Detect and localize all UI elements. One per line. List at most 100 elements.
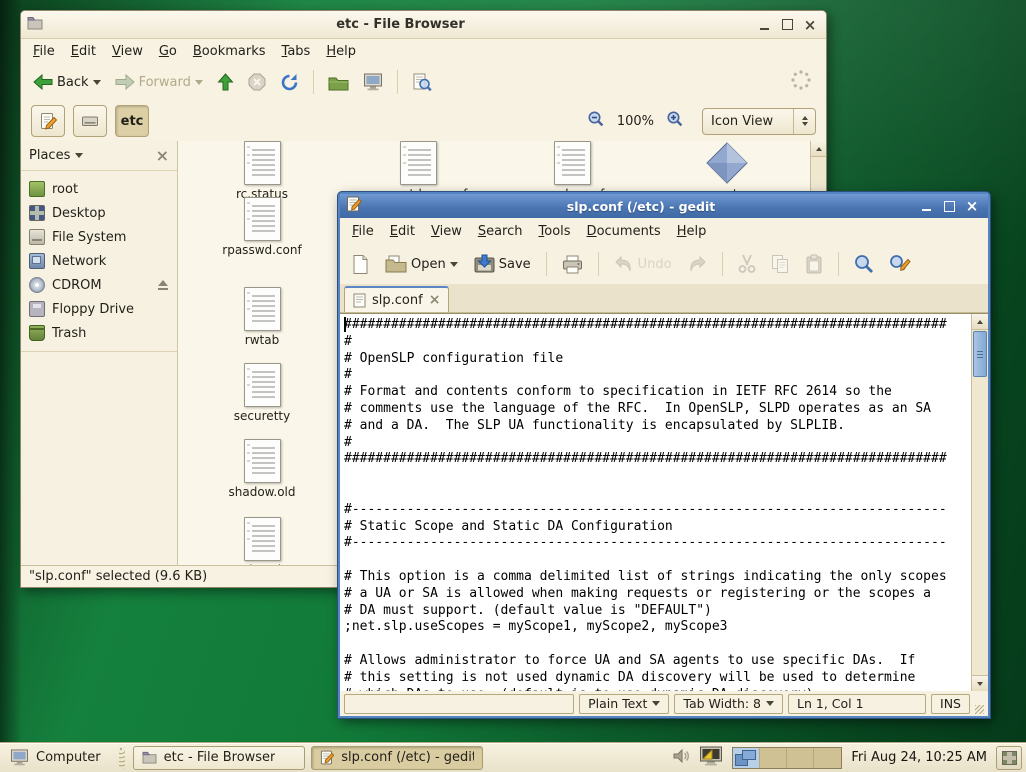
computer-menu-button[interactable]: Computer	[4, 747, 111, 768]
task-file-browser[interactable]: etc - File Browser	[133, 746, 305, 770]
find-button[interactable]	[850, 251, 878, 277]
sidebar-place-item[interactable]: File System	[21, 225, 177, 249]
redo-button	[683, 252, 711, 276]
edit-location-icon	[39, 112, 58, 131]
place-icon	[29, 181, 45, 197]
menu-item[interactable]: View	[423, 221, 470, 242]
zoom-out-button[interactable]	[587, 110, 605, 132]
file-item[interactable]: securetty	[197, 363, 327, 423]
editor-line: # This option is a comma delimited list …	[344, 569, 971, 586]
forward-button[interactable]: Forward	[111, 71, 207, 93]
menu-item[interactable]: Tools	[531, 221, 579, 242]
sidebar-place-item[interactable]: root	[21, 177, 177, 201]
file-item[interactable]: rc.status	[197, 141, 327, 201]
close-sidebar-icon[interactable]: ×	[156, 149, 169, 163]
up-button[interactable]	[213, 70, 238, 94]
file-item[interactable]: slp.spi	[197, 517, 327, 565]
menu-item[interactable]: Documents	[579, 221, 669, 242]
computer-button[interactable]	[359, 70, 387, 94]
workspace-2[interactable]	[760, 748, 787, 768]
places-menu-button[interactable]: Places	[29, 148, 83, 163]
menu-item[interactable]: Bookmarks	[185, 41, 274, 62]
close-button[interactable]: ×	[804, 19, 816, 31]
language-select[interactable]: Plain Text	[579, 694, 669, 714]
home-button[interactable]	[324, 71, 353, 94]
home-folder-icon	[328, 74, 349, 91]
maximize-button[interactable]	[943, 200, 955, 212]
menu-item[interactable]: Go	[151, 41, 185, 62]
scroll-up-button[interactable]	[972, 314, 988, 330]
cursor-position-value: Ln 1, Col 1	[797, 696, 864, 711]
text-editor-area[interactable]: ########################################…	[340, 314, 971, 691]
eject-icon[interactable]	[157, 280, 169, 290]
sidebar-place-item[interactable]: Desktop	[21, 201, 177, 225]
clock[interactable]: Fri Aug 24, 10:25 AM	[851, 750, 987, 765]
view-mode-select[interactable]: Icon View	[702, 108, 816, 135]
editor-line: #	[344, 435, 971, 452]
sidebar-place-item[interactable]: Trash	[21, 321, 177, 345]
new-document-button[interactable]	[348, 251, 374, 278]
panel-drag-handle[interactable]	[119, 747, 125, 769]
path-button-etc[interactable]: etc	[115, 105, 149, 137]
root-drive-button[interactable]	[73, 105, 107, 137]
zoom-in-icon	[666, 110, 684, 128]
zoom-level: 100%	[617, 114, 654, 129]
editor-line: # OpenSLP configuration file	[344, 351, 971, 368]
resize-grip[interactable]	[975, 705, 984, 714]
editor-line	[344, 468, 971, 485]
tab-slp-conf[interactable]: slp.conf ×	[344, 286, 449, 312]
show-desktop-button[interactable]	[996, 746, 1022, 770]
file-item[interactable]: rpasswd.conf	[197, 197, 327, 257]
save-button[interactable]: Save	[469, 251, 535, 277]
scroll-down-button[interactable]	[972, 675, 988, 691]
window-title: etc - File Browser	[49, 17, 752, 32]
menu-item[interactable]: View	[104, 41, 151, 62]
open-chevron-down-icon[interactable]	[450, 262, 458, 267]
volume-icon[interactable]	[672, 747, 690, 769]
place-label: Trash	[52, 326, 86, 341]
replace-button[interactable]	[885, 251, 915, 277]
file-item[interactable]: shadow.old	[197, 439, 327, 499]
document-icon	[400, 141, 437, 185]
open-button[interactable]: Open	[381, 252, 462, 276]
editor-scrollbar[interactable]	[971, 314, 988, 691]
menu-item[interactable]: Help	[669, 221, 715, 242]
folder-icon	[27, 16, 43, 34]
file-browser-titlebar[interactable]: etc - File Browser ×	[21, 11, 826, 39]
back-button[interactable]: Back	[29, 71, 105, 93]
scrollbar-thumb[interactable]	[973, 331, 987, 377]
menu-item[interactable]: Help	[318, 41, 364, 62]
sidebar-place-item[interactable]: Floppy Drive	[21, 297, 177, 321]
tab-width-select[interactable]: Tab Width: 8	[674, 694, 783, 714]
print-button[interactable]	[558, 252, 587, 277]
file-item[interactable]: rwtab	[197, 287, 327, 347]
search-button[interactable]	[408, 70, 436, 95]
workspace-3[interactable]	[787, 748, 814, 768]
view-mode-spinner[interactable]	[793, 109, 815, 134]
zoom-in-button[interactable]	[666, 110, 684, 132]
menu-item[interactable]: Tabs	[274, 41, 319, 62]
menu-item[interactable]: Edit	[63, 41, 104, 62]
sidebar-place-item[interactable]: CDROM	[21, 273, 177, 297]
workspace-switcher[interactable]	[732, 747, 842, 769]
menu-item[interactable]: File	[25, 41, 63, 62]
menu-item[interactable]: Search	[470, 221, 531, 242]
minimize-button[interactable]	[920, 200, 932, 212]
display-settings-icon[interactable]	[699, 746, 723, 770]
workspace-4[interactable]	[814, 748, 841, 768]
maximize-button[interactable]	[781, 19, 793, 31]
minimize-button[interactable]	[758, 19, 770, 31]
reload-button[interactable]	[276, 70, 303, 95]
menu-item[interactable]: File	[344, 221, 382, 242]
menu-item[interactable]: Edit	[382, 221, 423, 242]
back-chevron-down-icon[interactable]	[93, 80, 101, 85]
edit-location-button[interactable]	[31, 105, 65, 137]
workspace-1[interactable]	[733, 748, 760, 768]
tab-close-icon[interactable]: ×	[429, 294, 441, 306]
sidebar-place-item[interactable]: Network	[21, 249, 177, 273]
task-gedit[interactable]: slp.conf (/etc) - gedit	[311, 746, 483, 770]
scroll-up-button[interactable]	[811, 141, 826, 157]
insert-mode-indicator[interactable]: INS	[931, 694, 970, 714]
close-button[interactable]: ×	[966, 200, 978, 212]
gedit-titlebar[interactable]: slp.conf (/etc) - gedit ×	[340, 194, 988, 218]
